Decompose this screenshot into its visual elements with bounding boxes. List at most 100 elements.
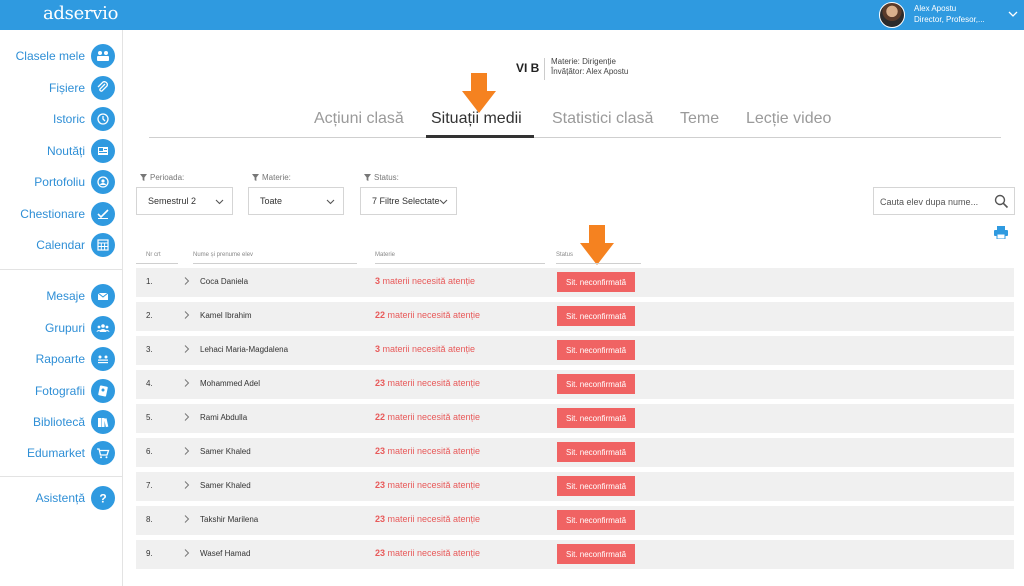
table-row[interactable]: 2. Kamel Ibrahim 22 materii necesită atenț…: [136, 302, 1014, 331]
groups-icon: [91, 316, 115, 340]
class-teacher: Învățător: Alex Apostu: [551, 67, 629, 76]
row-number: 2.: [146, 311, 153, 320]
sidebar-item-fotografii[interactable]: Fotografii: [0, 377, 123, 405]
chevron-right-icon[interactable]: [183, 480, 190, 490]
sidebar-item-label: Clasele mele: [15, 49, 85, 63]
status-badge[interactable]: Sit. neconfirmată: [557, 374, 635, 394]
user-role[interactable]: Director, Profesor,...: [914, 15, 985, 25]
chevron-down-icon: [439, 199, 448, 205]
status-badge[interactable]: Sit. neconfirmată: [557, 306, 635, 326]
sidebar-item-fisiere[interactable]: Fișiere: [0, 74, 123, 102]
main-content: VI B Materie: Dirigenție Învățător: Alex…: [123, 30, 1024, 586]
tab-actiuni-clasa[interactable]: Acțiuni clasă: [314, 110, 404, 128]
subjects-attention[interactable]: 23 materii necesită atenție: [375, 378, 480, 388]
sidebar-item-clasele-mele[interactable]: Clasele mele: [0, 42, 123, 70]
subjects-count: 23: [375, 480, 386, 490]
portfolio-icon: [91, 170, 115, 194]
sidebar-item-grupuri[interactable]: Grupuri: [0, 314, 123, 342]
class-divider: [544, 58, 545, 80]
status-badge[interactable]: Sit. neconfirmată: [557, 340, 635, 360]
chevron-right-icon[interactable]: [183, 276, 190, 286]
table-row[interactable]: 3. Lehaci Maria-Magdalena 3 materii necesi…: [136, 336, 1014, 365]
subjects-text: materii necesită atenție: [385, 480, 481, 490]
tab-lectie-video[interactable]: Lecție video: [746, 110, 831, 128]
filter-label-text: Perioada:: [150, 173, 185, 182]
row-number: 1.: [146, 277, 153, 286]
student-name: Samer Khaled: [200, 447, 251, 456]
funnel-icon: [364, 174, 371, 181]
chevron-right-icon[interactable]: [183, 344, 190, 354]
sidebar-item-asistenta[interactable]: Asistență ?: [0, 484, 123, 512]
sidebar-item-edumarket[interactable]: Edumarket: [0, 439, 123, 467]
sidebar-item-istoric[interactable]: Istoric: [0, 105, 123, 133]
subjects-attention[interactable]: 22 materii necesită atenție: [375, 310, 480, 320]
table-row[interactable]: 6. Samer Khaled 23 materii necesită atenți…: [136, 438, 1014, 467]
subjects-attention[interactable]: 3 materii necesită atenție: [375, 276, 475, 286]
chevron-right-icon[interactable]: [183, 310, 190, 320]
sidebar-item-portofoliu[interactable]: Portofoliu: [0, 168, 123, 196]
student-name: Samer Khaled: [200, 481, 251, 490]
subjects-attention[interactable]: 23 materii necesită atenție: [375, 480, 480, 490]
chevron-right-icon[interactable]: [183, 548, 190, 558]
chevron-right-icon[interactable]: [183, 378, 190, 388]
subjects-attention[interactable]: 23 materii necesită atenție: [375, 548, 480, 558]
sidebar-item-rapoarte[interactable]: Rapoarte: [0, 345, 123, 373]
subjects-text: materii necesită atenție: [385, 514, 481, 524]
subject-select[interactable]: Toate: [248, 187, 344, 215]
status-select[interactable]: 7 Filtre Selectate: [360, 187, 457, 215]
tab-statistici-clasa[interactable]: Statistici clasă: [552, 110, 653, 128]
user-avatar[interactable]: [879, 2, 905, 28]
chevron-right-icon[interactable]: [183, 412, 190, 422]
user-name[interactable]: Alex Apostu: [914, 4, 956, 14]
status-badge[interactable]: Sit. neconfirmată: [557, 408, 635, 428]
table-row[interactable]: 8. Takshir Marilena 23 materii necesită at…: [136, 506, 1014, 535]
chevron-right-icon[interactable]: [183, 446, 190, 456]
chevron-down-icon[interactable]: [1008, 7, 1018, 21]
subjects-attention[interactable]: 23 materii necesită atenție: [375, 514, 480, 524]
tab-teme[interactable]: Teme: [680, 110, 719, 128]
sidebar-item-label: Fotografii: [34, 384, 85, 398]
app-logo[interactable]: adservio: [43, 3, 118, 24]
table-row[interactable]: 7. Samer Khaled 23 materii necesită atenți…: [136, 472, 1014, 501]
library-icon: [91, 410, 115, 434]
sidebar-item-label: Fișiere: [48, 81, 85, 95]
sidebar-item-label: Chestionare: [20, 207, 85, 221]
svg-text:?: ?: [99, 492, 106, 506]
table-row[interactable]: 9. Wasef Hamad 23 materii necesită atenție…: [136, 540, 1014, 569]
help-icon: ?: [91, 486, 115, 510]
search-icon[interactable]: [994, 194, 1009, 209]
column-header-subject: Materie: [375, 252, 545, 264]
row-number: 7.: [146, 481, 153, 490]
status-badge[interactable]: Sit. neconfirmată: [557, 442, 635, 462]
class-name: VI B: [516, 61, 540, 75]
status-badge[interactable]: Sit. neconfirmată: [557, 476, 635, 496]
sidebar-item-mesaje[interactable]: Mesaje: [0, 282, 123, 310]
printer-icon[interactable]: [994, 226, 1008, 239]
status-badge[interactable]: Sit. neconfirmată: [557, 544, 635, 564]
status-select-value: 7 Filtre Selectate: [372, 196, 440, 206]
arrow-down-icon: [462, 73, 496, 113]
table-row[interactable]: 1. Coca Daniela 3 materii necesită atenție…: [136, 268, 1014, 297]
student-name: Rami Abdulla: [200, 413, 248, 422]
sidebar-item-label: Mesaje: [46, 289, 85, 303]
sidebar-item-calendar[interactable]: Calendar: [0, 231, 123, 259]
table-row[interactable]: 5. Rami Abdulla 22 materii necesită atenți…: [136, 404, 1014, 433]
funnel-icon: [140, 174, 147, 181]
table-row[interactable]: 4. Mohammed Adel 23 materii necesită atenț…: [136, 370, 1014, 399]
student-name: Kamel Ibrahim: [200, 311, 252, 320]
subjects-attention[interactable]: 22 materii necesită atenție: [375, 412, 480, 422]
subjects-text: materii necesită atenție: [385, 412, 481, 422]
period-select[interactable]: Semestrul 2: [136, 187, 233, 215]
class-subject: Materie: Dirigenție: [551, 57, 616, 66]
status-badge[interactable]: Sit. neconfirmată: [557, 272, 635, 292]
search-input[interactable]: [880, 194, 988, 209]
subjects-attention[interactable]: 3 materii necesită atenție: [375, 344, 475, 354]
calendar-icon: [91, 233, 115, 257]
sidebar-item-chestionare[interactable]: Chestionare: [0, 200, 123, 228]
chevron-right-icon[interactable]: [183, 514, 190, 524]
sidebar-item-biblioteca[interactable]: Bibliotecă: [0, 408, 123, 436]
sidebar-item-noutati[interactable]: Noutăți: [0, 137, 123, 165]
sidebar-item-label: Calendar: [36, 238, 85, 252]
status-badge[interactable]: Sit. neconfirmată: [557, 510, 635, 530]
subjects-attention[interactable]: 23 materii necesită atenție: [375, 446, 480, 456]
